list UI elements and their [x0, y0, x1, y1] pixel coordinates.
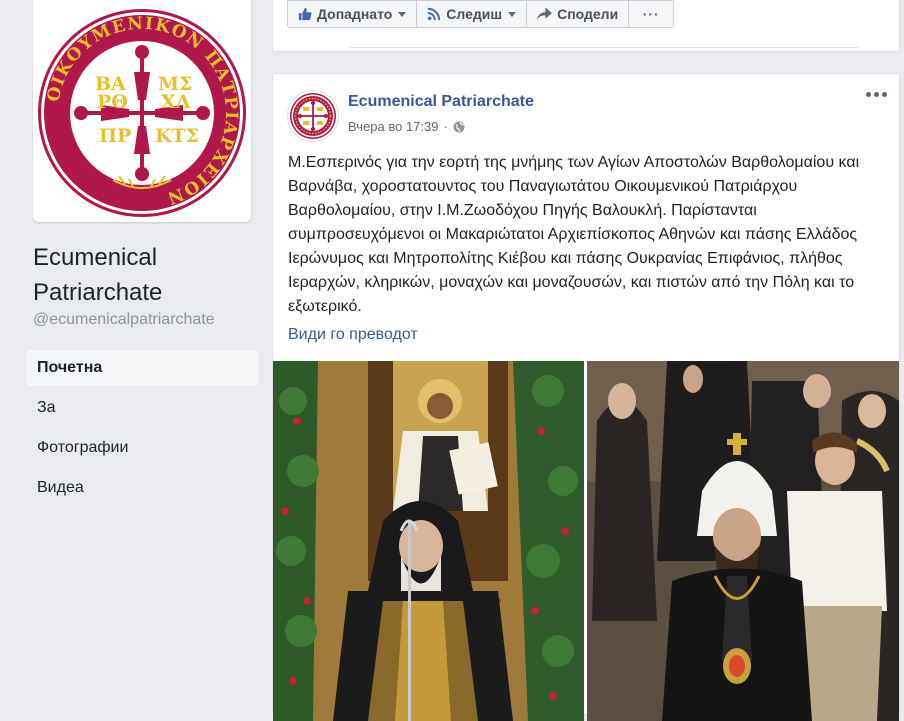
more-actions-label: ··· — [642, 6, 660, 22]
meta-separator: · — [443, 119, 448, 134]
page-handle[interactable]: @ecumenicalpatriarchate — [33, 311, 215, 329]
post-photo-congregation[interactable] — [587, 361, 899, 721]
logo-monogram: ΡΘ — [97, 91, 128, 113]
globe-icon[interactable] — [453, 121, 465, 133]
post-options-button[interactable] — [866, 92, 887, 97]
like-page-button[interactable]: Допаднато — [287, 0, 418, 28]
logo-monogram: ΧΛ — [161, 91, 191, 113]
chevron-down-icon — [508, 11, 517, 17]
nav-item-home[interactable]: Почетна — [26, 350, 258, 386]
post-author-avatar[interactable] — [287, 90, 339, 142]
post-photo-patriarch[interactable] — [273, 361, 584, 721]
dot-icon — [882, 92, 887, 97]
post-timestamp[interactable]: Вчера во 17:39 — [348, 119, 438, 134]
logo-monogram: ΠΡ — [99, 125, 131, 147]
see-translation-link[interactable]: Види го преводот — [288, 326, 418, 344]
post-meta: Вчера во 17:39 · — [348, 119, 465, 134]
nav-item-about[interactable]: За — [26, 390, 258, 426]
follow-label: Следиш — [446, 6, 503, 22]
logo-monogram: ΚΤΣ — [155, 125, 199, 147]
post-author-name[interactable]: Ecumenical Patriarchate — [348, 93, 534, 111]
share-label: Сподели — [557, 6, 619, 22]
post-text: Μ.Εσπερινός για την εορτή της μνήμης των… — [288, 154, 860, 315]
profile-picture[interactable]: ΟΙΚΟΥΜΕΝΙΚΟΝ ΠΑΤΡΙΑΡΧΕΙΟΝ ΒΑ ΡΘ ΜΣ ΧΛ ΠΡ… — [33, 0, 251, 222]
share-icon — [537, 7, 553, 21]
dot-icon — [866, 92, 871, 97]
more-actions-button[interactable]: ··· — [628, 0, 675, 28]
chevron-down-icon — [398, 11, 407, 17]
card-divider — [349, 47, 859, 48]
nav-item-videos[interactable]: Видеа — [26, 470, 258, 506]
page-name[interactable]: Ecumenical Patriarchate — [33, 240, 253, 310]
follow-button[interactable]: Следиш — [416, 0, 528, 28]
page-action-bar: Допаднато Следиш Сподели ··· — [287, 0, 675, 29]
like-page-label: Допаднато — [317, 6, 393, 22]
dot-icon — [874, 92, 879, 97]
post-card: Ecumenical Patriarchate Вчера во 17:39 ·… — [272, 73, 900, 721]
rss-icon — [428, 7, 441, 21]
nav-item-photos[interactable]: Фотографии — [26, 430, 258, 466]
thumbs-up-icon — [298, 7, 312, 21]
share-button[interactable]: Сподели — [526, 0, 630, 28]
page-nav: Почетна За Фотографии Видеа — [26, 350, 258, 510]
